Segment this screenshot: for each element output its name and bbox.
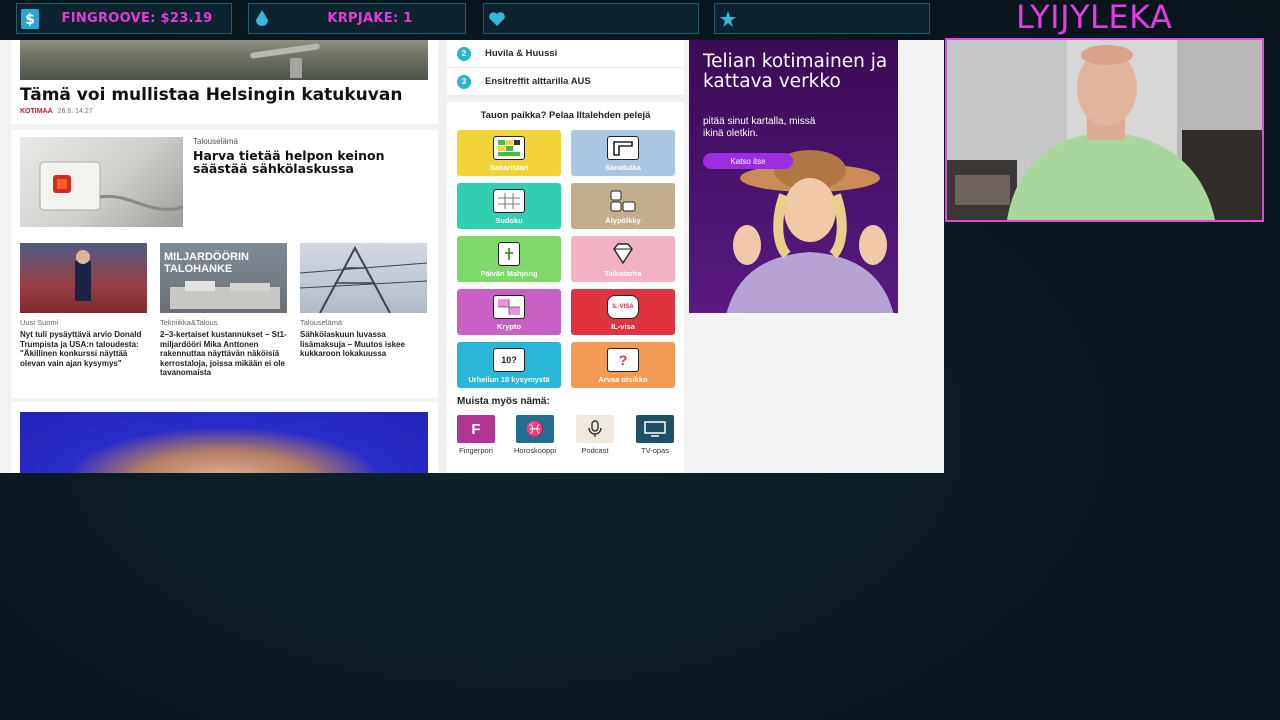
webcam-person-image bbox=[947, 40, 1262, 220]
ad-cta-button[interactable]: Katso itse bbox=[703, 153, 793, 169]
mini-app-podcast[interactable]: Podcast bbox=[571, 415, 619, 455]
hero-story-meta: KOTIMAA 26.8. 14:27 bbox=[20, 108, 93, 115]
grid-icon bbox=[493, 136, 525, 160]
webcam-feed bbox=[945, 38, 1264, 222]
mahjong-icon bbox=[498, 242, 520, 266]
ad-person-image bbox=[726, 150, 894, 313]
small-story-category: Uusi Suomi bbox=[20, 318, 59, 327]
ten-questions-icon: 10? bbox=[493, 348, 525, 372]
game-tile-krypto[interactable]: Krypto bbox=[457, 289, 561, 335]
feature-story-title[interactable]: Harva tietää helpon keinon säästää sähkö… bbox=[193, 149, 423, 175]
dollar-icon: $ bbox=[17, 8, 43, 29]
feature-story-image[interactable] bbox=[20, 137, 184, 227]
toplist: 2 Huvila & Huussi 3 Ensitreffit alttaril… bbox=[447, 40, 684, 96]
sidebar-column: 2 Huvila & Huussi 3 Ensitreffit alttaril… bbox=[447, 40, 684, 473]
small-story-2[interactable]: MILJARDÖÖRIN TALOHANKE Tekniikka&Talous … bbox=[160, 243, 287, 378]
news-column: Tämä voi mullistaa Helsingin katukuvan K… bbox=[11, 40, 438, 473]
publish-time: 26.8. 14:27 bbox=[57, 108, 93, 115]
small-story-image[interactable] bbox=[299, 243, 428, 314]
hero-story-title[interactable]: Tämä voi mullistaa Helsingin katukuvan bbox=[20, 85, 402, 105]
stat-box-bits: KRPJAKE: 1 bbox=[248, 3, 466, 34]
section-tag[interactable]: KOTIMAA bbox=[20, 108, 53, 115]
pisces-icon: ♓ bbox=[516, 415, 554, 443]
feature-story-category: Talouselämä bbox=[193, 137, 238, 146]
mini-app-tv-opas[interactable]: TV-opas bbox=[631, 415, 679, 455]
mini-app-label: TV-opas bbox=[641, 446, 669, 455]
tv-icon bbox=[636, 415, 674, 443]
ad-title: Telian kotimainen ja kattava verkko bbox=[703, 51, 888, 92]
toplist-label[interactable]: Huvila & Huussi bbox=[485, 48, 557, 59]
game-tile-sanatutka[interactable]: Sanatutka bbox=[571, 130, 675, 176]
small-story-image[interactable]: MILJARDÖÖRIN TALOHANKE bbox=[160, 243, 287, 313]
diamond-icon bbox=[607, 242, 639, 266]
game-tile-label: Päivän Mahjong bbox=[480, 269, 538, 278]
donation-stat-label: FINGROOVE: $23.19 bbox=[61, 11, 213, 26]
stat-box-followers bbox=[483, 3, 699, 34]
game-tile-sudoku[interactable]: Sudoku bbox=[457, 183, 561, 229]
sudoku-icon bbox=[493, 189, 525, 213]
hero-story-image[interactable] bbox=[20, 40, 428, 80]
toplist-label[interactable]: Ensitreffit alttarilla AUS bbox=[485, 76, 591, 87]
streamer-name: LYIJYLEKA bbox=[1016, 0, 1173, 36]
game-tile-label: Sanatutka bbox=[605, 163, 641, 172]
toplist-rank: 2 bbox=[457, 46, 471, 61]
small-story-category: Tekniikka&Talous bbox=[160, 318, 218, 327]
toplist-rank: 3 bbox=[457, 74, 471, 89]
news-block-card: Talouselämä Harva tietää helpon keinon s… bbox=[11, 130, 438, 398]
toplist-item[interactable]: 3 Ensitreffit alttarilla AUS bbox=[447, 68, 684, 96]
mini-app-fingerpori[interactable]: F Fingerpori bbox=[452, 415, 500, 455]
microphone-icon bbox=[576, 415, 614, 443]
star-icon bbox=[715, 10, 741, 27]
game-tile-label: Taikatarha bbox=[604, 269, 642, 278]
droplet-icon bbox=[249, 9, 275, 28]
mini-app-horoskooppi[interactable]: ♓ Horoskooppi bbox=[511, 415, 559, 455]
heart-icon bbox=[484, 11, 510, 27]
blocks-icon bbox=[607, 189, 639, 213]
mini-app-label: Horoskooppi bbox=[513, 446, 557, 455]
small-story-title[interactable]: 2–3-kertaiset kustannukset – St1-miljard… bbox=[160, 330, 287, 378]
game-tile-sanaristari[interactable]: Sanaristari bbox=[457, 130, 561, 176]
hero-story-card[interactable]: Tämä voi mullistaa Helsingin katukuvan K… bbox=[11, 40, 438, 124]
mini-app-label: Fingerpori bbox=[459, 446, 493, 455]
svg-text:$: $ bbox=[25, 12, 35, 28]
small-story-category: Talouselämä bbox=[300, 318, 343, 327]
remember-heading: Muista myös nämä: bbox=[457, 396, 550, 407]
games-heading: Tauon paikka? Pelaa Iltalehden pelejä bbox=[480, 110, 651, 121]
small-story-title[interactable]: Nyt tuli pysäyttävä arvio Donald Trumpis… bbox=[20, 330, 147, 368]
bits-stat-label: KRPJAKE: 1 bbox=[327, 11, 413, 26]
game-tile-label: IL-visa bbox=[611, 322, 635, 331]
small-story-1[interactable]: Uusi Suomi Nyt tuli pysäyttävä arvio Don… bbox=[20, 243, 147, 368]
bottom-story-image[interactable] bbox=[20, 412, 428, 473]
game-tile-taikatarha[interactable]: Taikatarha bbox=[571, 236, 675, 282]
quiz-bubble-icon: IL-VISA bbox=[607, 295, 639, 319]
game-tile-label: Arvaa otsikko bbox=[598, 375, 648, 384]
question-mark-icon: ? bbox=[607, 348, 639, 372]
browser-viewport: Tämä voi mullistaa Helsingin katukuvan K… bbox=[0, 40, 944, 473]
game-tile-label: Krypto bbox=[496, 322, 522, 331]
game-tile-label: Urheilun 10 kysymystä bbox=[468, 375, 550, 384]
game-tile-label: Sudoku bbox=[495, 216, 523, 225]
crossword-icon bbox=[493, 295, 525, 319]
small-story-3[interactable]: Talouselämä Sähkölaskuun luvassa lisämak… bbox=[299, 243, 428, 359]
ruler-icon bbox=[607, 136, 639, 160]
game-tile-mahjong[interactable]: Päivän Mahjong bbox=[457, 236, 561, 282]
mini-app-label: Podcast bbox=[581, 446, 609, 455]
game-tile-urheilu[interactable]: 10? Urheilun 10 kysymystä bbox=[457, 342, 561, 388]
stat-box-subs bbox=[714, 3, 930, 34]
game-tile-alypolkky[interactable]: Älypölkky bbox=[571, 183, 675, 229]
games-box: Tauon paikka? Pelaa Iltalehden pelejä Sa… bbox=[447, 102, 684, 473]
ad-subtitle: pitää sinut kartalla, missä ikinä oletki… bbox=[703, 116, 816, 139]
fingerpori-icon: F bbox=[457, 415, 495, 443]
bottom-story-card[interactable] bbox=[11, 402, 438, 473]
toplist-item[interactable]: 2 Huvila & Huussi bbox=[447, 40, 684, 68]
stat-box-donations: $ FINGROOVE: $23.19 bbox=[16, 3, 232, 34]
small-story-image[interactable] bbox=[20, 243, 147, 313]
game-tile-label: Sanaristari bbox=[489, 163, 529, 172]
telia-advertisement[interactable]: Telian kotimainen ja kattava verkko pitä… bbox=[689, 40, 898, 313]
small-story-title[interactable]: Sähkölaskuun luvassa lisämaksuja – Muuto… bbox=[300, 330, 427, 359]
small-story-image-caption: MILJARDÖÖRIN TALOHANKE bbox=[164, 251, 249, 275]
game-tile-label: Älypölkky bbox=[605, 216, 641, 225]
game-tile-arvaa-otsikko[interactable]: ? Arvaa otsikko bbox=[571, 342, 675, 388]
game-tile-il-visa[interactable]: IL-VISA IL-visa bbox=[571, 289, 675, 335]
